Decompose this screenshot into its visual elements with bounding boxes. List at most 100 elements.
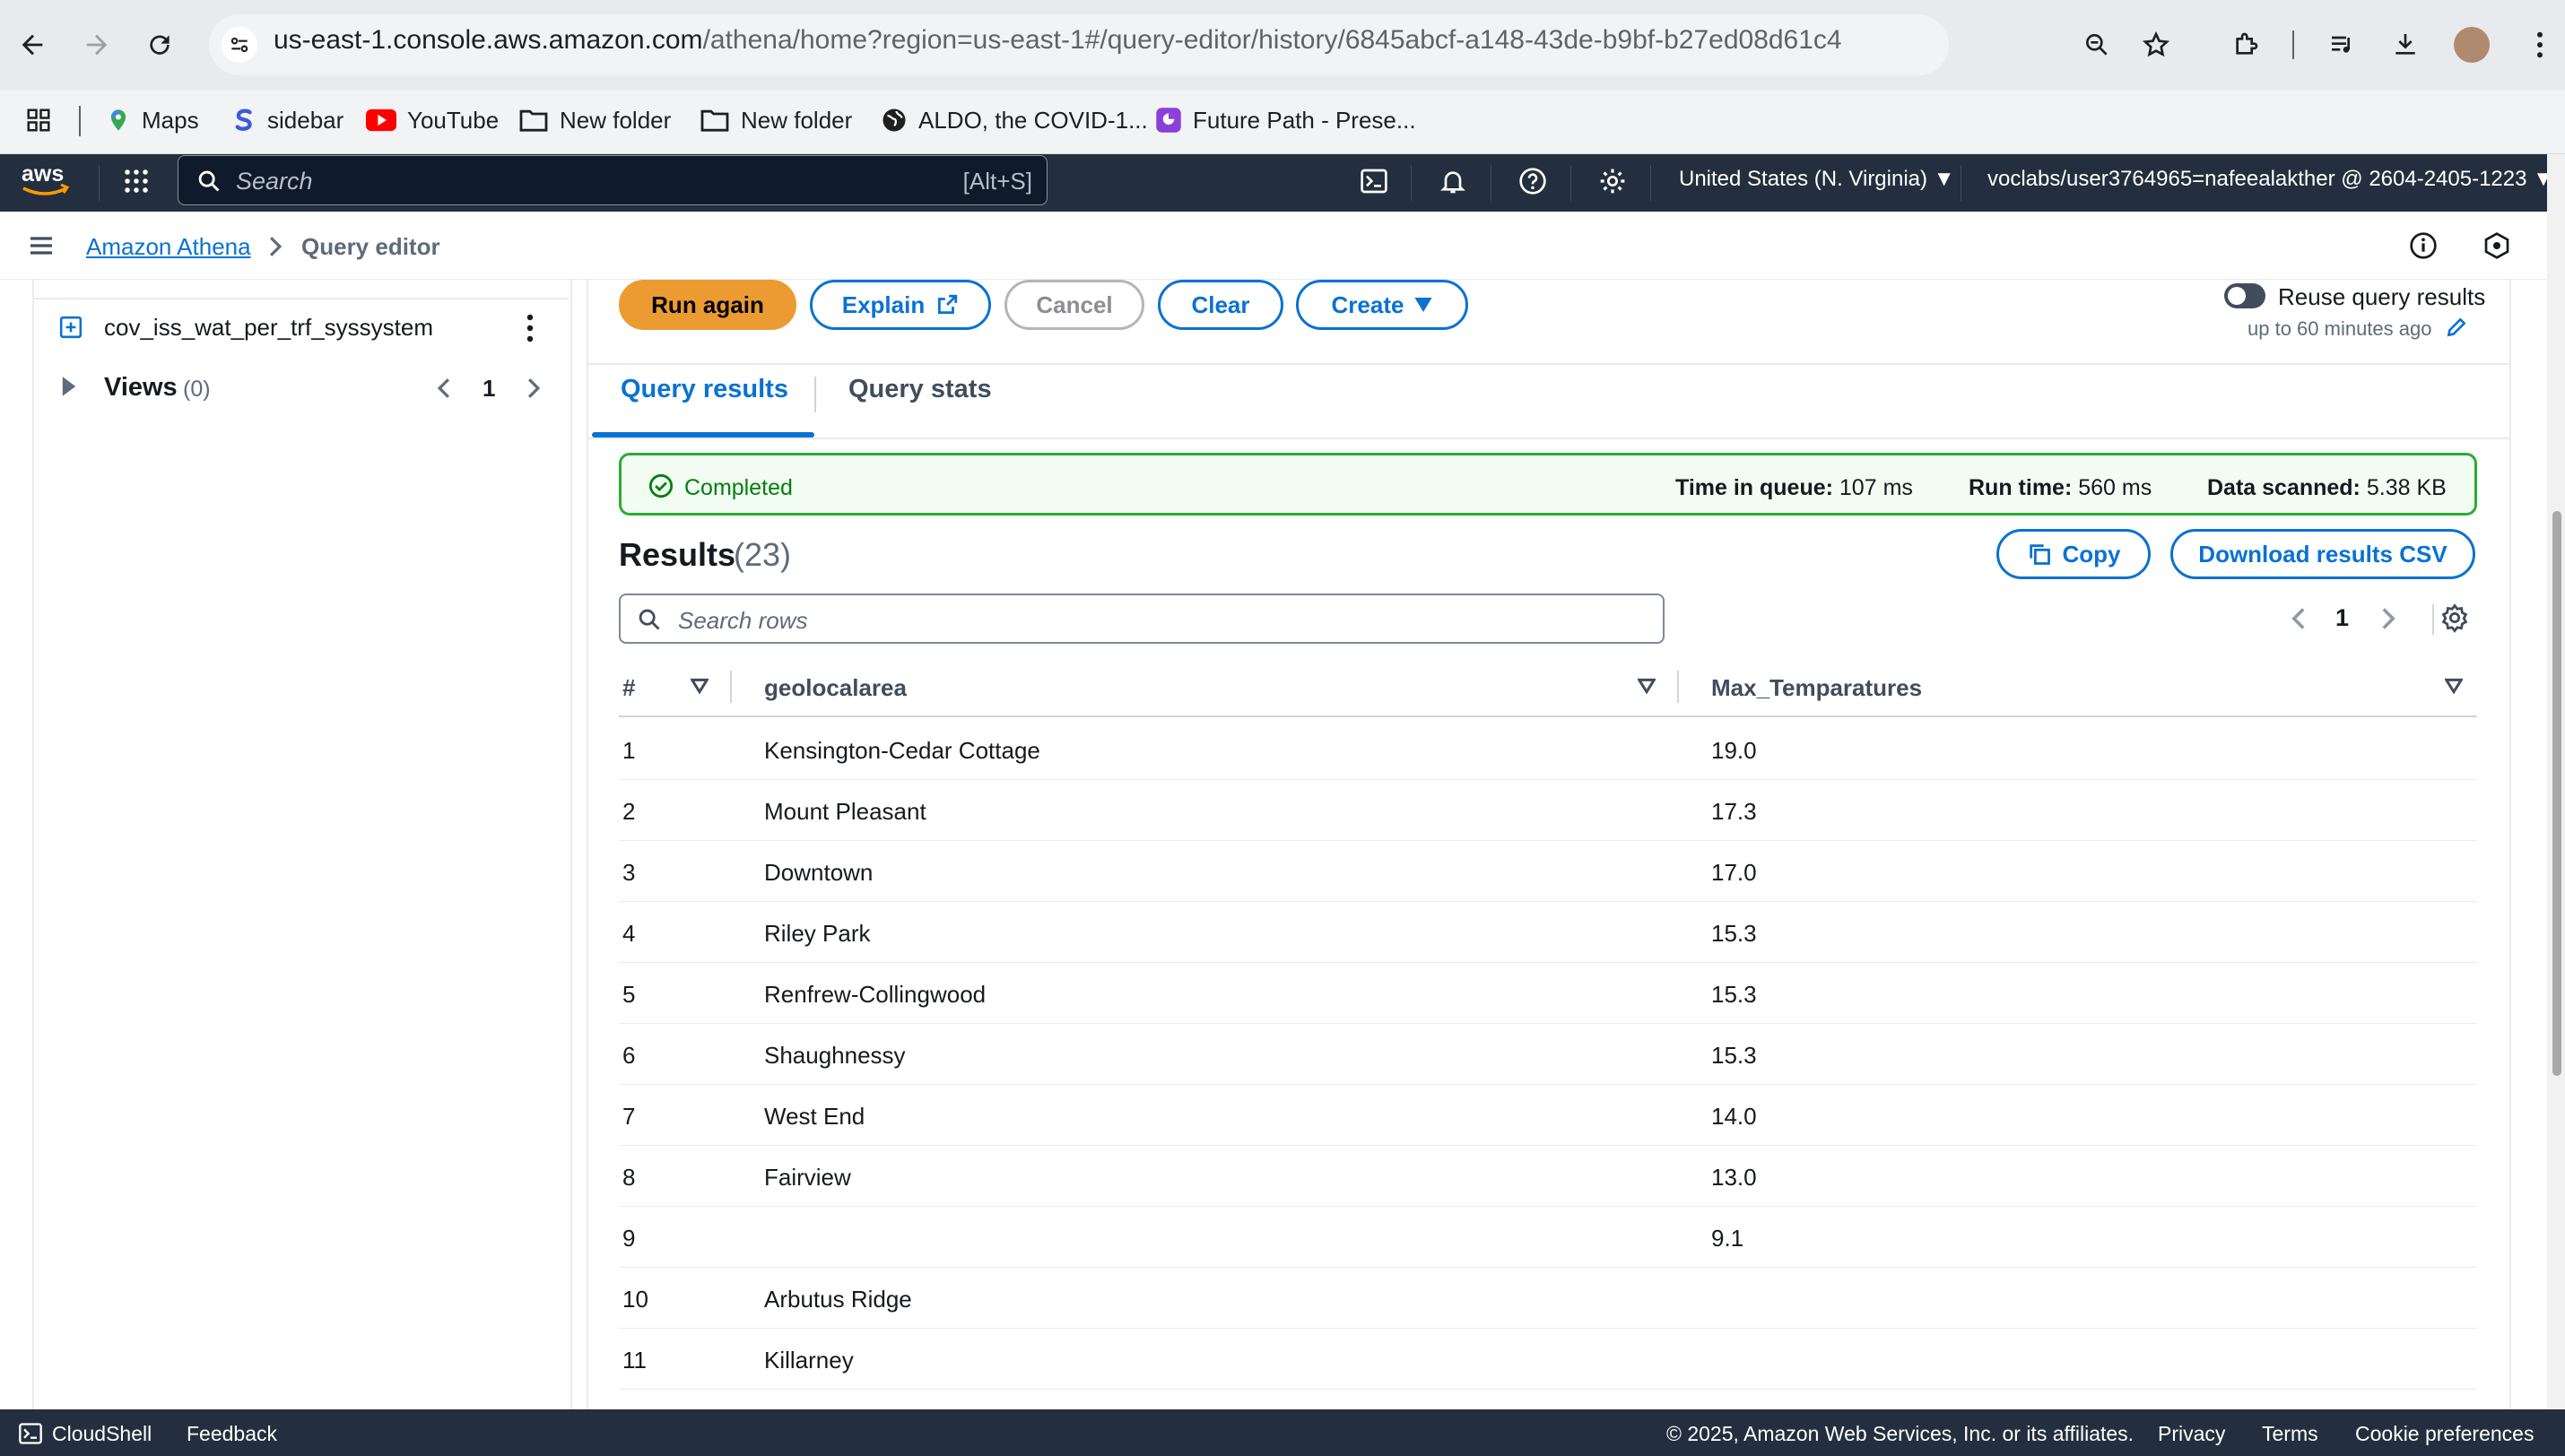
column-header-geolocalarea[interactable]: geolocalarea xyxy=(764,674,907,702)
cell-index: 3 xyxy=(622,859,636,886)
tab-query-results-label: Query results xyxy=(621,375,788,403)
time-in-queue-label: Time in queue: xyxy=(1675,475,1833,500)
account-menu[interactable]: voclabs/user3764965=nafeealakther @ 2604… xyxy=(1987,167,2554,192)
back-icon[interactable] xyxy=(7,20,57,70)
cell-max-temp: 15.3 xyxy=(1711,981,1757,1008)
footer-feedback-link[interactable]: Feedback xyxy=(187,1422,277,1446)
edit-pencil-icon[interactable] xyxy=(2445,316,2468,339)
results-next-page-icon[interactable] xyxy=(2380,606,2396,631)
views-page-number[interactable]: 1 xyxy=(483,375,495,403)
console-search-input[interactable]: Search [Alt+S] xyxy=(178,155,1048,205)
forward-icon[interactable] xyxy=(72,20,122,70)
bookmark-label: New folder xyxy=(560,106,672,134)
app-icon xyxy=(1156,108,1181,133)
cloudshell-icon[interactable] xyxy=(18,1421,43,1446)
services-grid-icon[interactable] xyxy=(117,161,156,201)
views-expand-caret-icon[interactable] xyxy=(61,377,77,396)
bookmark-youtube[interactable]: YouTube xyxy=(366,95,499,145)
settings-gear-icon[interactable] xyxy=(1593,161,1632,201)
views-label[interactable]: Views xyxy=(104,373,178,403)
cloudshell-icon[interactable] xyxy=(1354,161,1394,201)
info-icon[interactable] xyxy=(2409,231,2438,260)
views-next-page-icon[interactable] xyxy=(526,377,542,400)
extensions-icon[interactable] xyxy=(2221,20,2271,70)
run-again-label: Run again xyxy=(651,290,764,318)
results-page-number[interactable]: 1 xyxy=(2335,604,2349,632)
table-preferences-gear-icon[interactable] xyxy=(2439,602,2470,633)
cell-index: 11 xyxy=(622,1347,647,1374)
footer-cloudshell-link[interactable]: CloudShell xyxy=(52,1422,152,1446)
cell-index: 10 xyxy=(622,1286,648,1313)
cell-max-temp: 15.3 xyxy=(1711,1042,1757,1069)
column-resizer[interactable] xyxy=(730,671,732,703)
browser-menu-icon[interactable] xyxy=(2515,20,2565,70)
apps-grid-icon[interactable] xyxy=(25,95,52,145)
bookmark-label: YouTube xyxy=(407,106,500,134)
download-results-csv-button[interactable]: Download results CSV xyxy=(2170,529,2475,579)
footer-terms-link[interactable]: Terms xyxy=(2262,1422,2318,1446)
copy-icon xyxy=(2029,544,2050,565)
aws-logo[interactable]: aws xyxy=(20,160,72,199)
notifications-bell-icon[interactable] xyxy=(1433,161,1473,201)
bookmark-label: ALDO, the COVID-1... xyxy=(918,106,1148,134)
explain-button[interactable]: Explain xyxy=(810,280,991,330)
tab-query-stats[interactable]: Query stats xyxy=(848,375,992,404)
table-actions-kebab-icon[interactable] xyxy=(526,314,535,342)
footer-privacy-link[interactable]: Privacy xyxy=(2158,1422,2225,1446)
table-row: 3 Downtown 17.0 xyxy=(619,841,2477,902)
tools-hexagon-icon[interactable] xyxy=(2482,231,2511,260)
clear-button[interactable]: Clear xyxy=(1158,280,1283,330)
media-queue-icon[interactable] xyxy=(2317,20,2368,70)
sort-caret-icon[interactable] xyxy=(2445,678,2463,694)
data-scanned-label: Data scanned: xyxy=(2207,475,2361,500)
copy-button[interactable]: Copy xyxy=(1996,529,2151,579)
reload-icon[interactable] xyxy=(135,20,185,70)
table-row: 1 Kensington-Cedar Cottage 19.0 xyxy=(619,719,2477,780)
aws-logo-text: aws xyxy=(22,161,64,186)
results-prev-page-icon[interactable] xyxy=(2291,606,2307,631)
zoom-icon[interactable] xyxy=(2072,20,2122,70)
external-link-icon xyxy=(938,294,958,315)
copy-label: Copy xyxy=(2062,540,2121,568)
expand-table-icon[interactable] xyxy=(59,316,83,339)
reuse-results-toggle[interactable] xyxy=(2224,283,2265,308)
url-host: us-east-1.console.aws.amazon.com xyxy=(274,25,703,55)
bookmark-star-icon[interactable] xyxy=(2131,20,2181,70)
site-info-icon[interactable] xyxy=(222,27,257,63)
bookmark-sidebar[interactable]: sidebar xyxy=(230,95,343,145)
run-time-label: Run time: xyxy=(1969,475,2073,500)
bookmark-future-path[interactable]: Future Path - Prese... xyxy=(1155,95,1416,145)
page-scrollbar-thumb[interactable] xyxy=(2552,511,2561,1076)
bookmark-aldo[interactable]: ALDO, the COVID-1... xyxy=(881,95,1148,145)
breadcrumb-amazon-athena[interactable]: Amazon Athena xyxy=(86,233,251,261)
help-icon[interactable] xyxy=(1513,161,1552,201)
views-prev-page-icon[interactable] xyxy=(436,377,452,400)
sort-caret-icon[interactable] xyxy=(1638,678,1656,694)
search-placeholder: Search xyxy=(236,168,313,195)
sort-caret-icon[interactable] xyxy=(691,678,709,694)
footer-cookie-preferences-link[interactable]: Cookie preferences xyxy=(2355,1422,2534,1446)
bookmark-maps[interactable]: Maps xyxy=(106,95,199,145)
region-selector[interactable]: United States (N. Virginia) ▼ xyxy=(1679,167,1954,192)
tab-query-results[interactable]: Query results xyxy=(621,375,788,404)
profile-avatar[interactable] xyxy=(2454,27,2490,63)
bookmark-new-folder-2[interactable]: New folder xyxy=(700,95,852,145)
table-item-label[interactable]: cov_iss_wat_per_trf_syssystem xyxy=(104,314,433,342)
bookmark-new-folder-1[interactable]: New folder xyxy=(518,95,671,145)
cancel-button[interactable]: Cancel xyxy=(1004,280,1144,330)
download-icon[interactable] xyxy=(2380,20,2430,70)
column-resizer[interactable] xyxy=(1677,671,1679,703)
create-button[interactable]: Create xyxy=(1296,280,1468,330)
table-row: 7 West End 14.0 xyxy=(619,1085,2477,1146)
hamburger-menu-icon[interactable] xyxy=(27,231,56,260)
folder-icon xyxy=(700,109,729,132)
cell-geolocalarea: Killarney xyxy=(764,1347,854,1374)
bookmarks-divider xyxy=(79,106,81,136)
column-header-index[interactable]: # xyxy=(622,674,635,702)
column-header-max-temparatures[interactable]: Max_Temparatures xyxy=(1711,674,1922,702)
bookmark-label: New folder xyxy=(741,106,853,134)
search-rows-input[interactable]: Search rows xyxy=(619,594,1665,644)
table-row: 11 Killarney xyxy=(619,1329,2477,1390)
nav-divider xyxy=(99,165,100,201)
run-again-button[interactable]: Run again xyxy=(619,280,796,330)
